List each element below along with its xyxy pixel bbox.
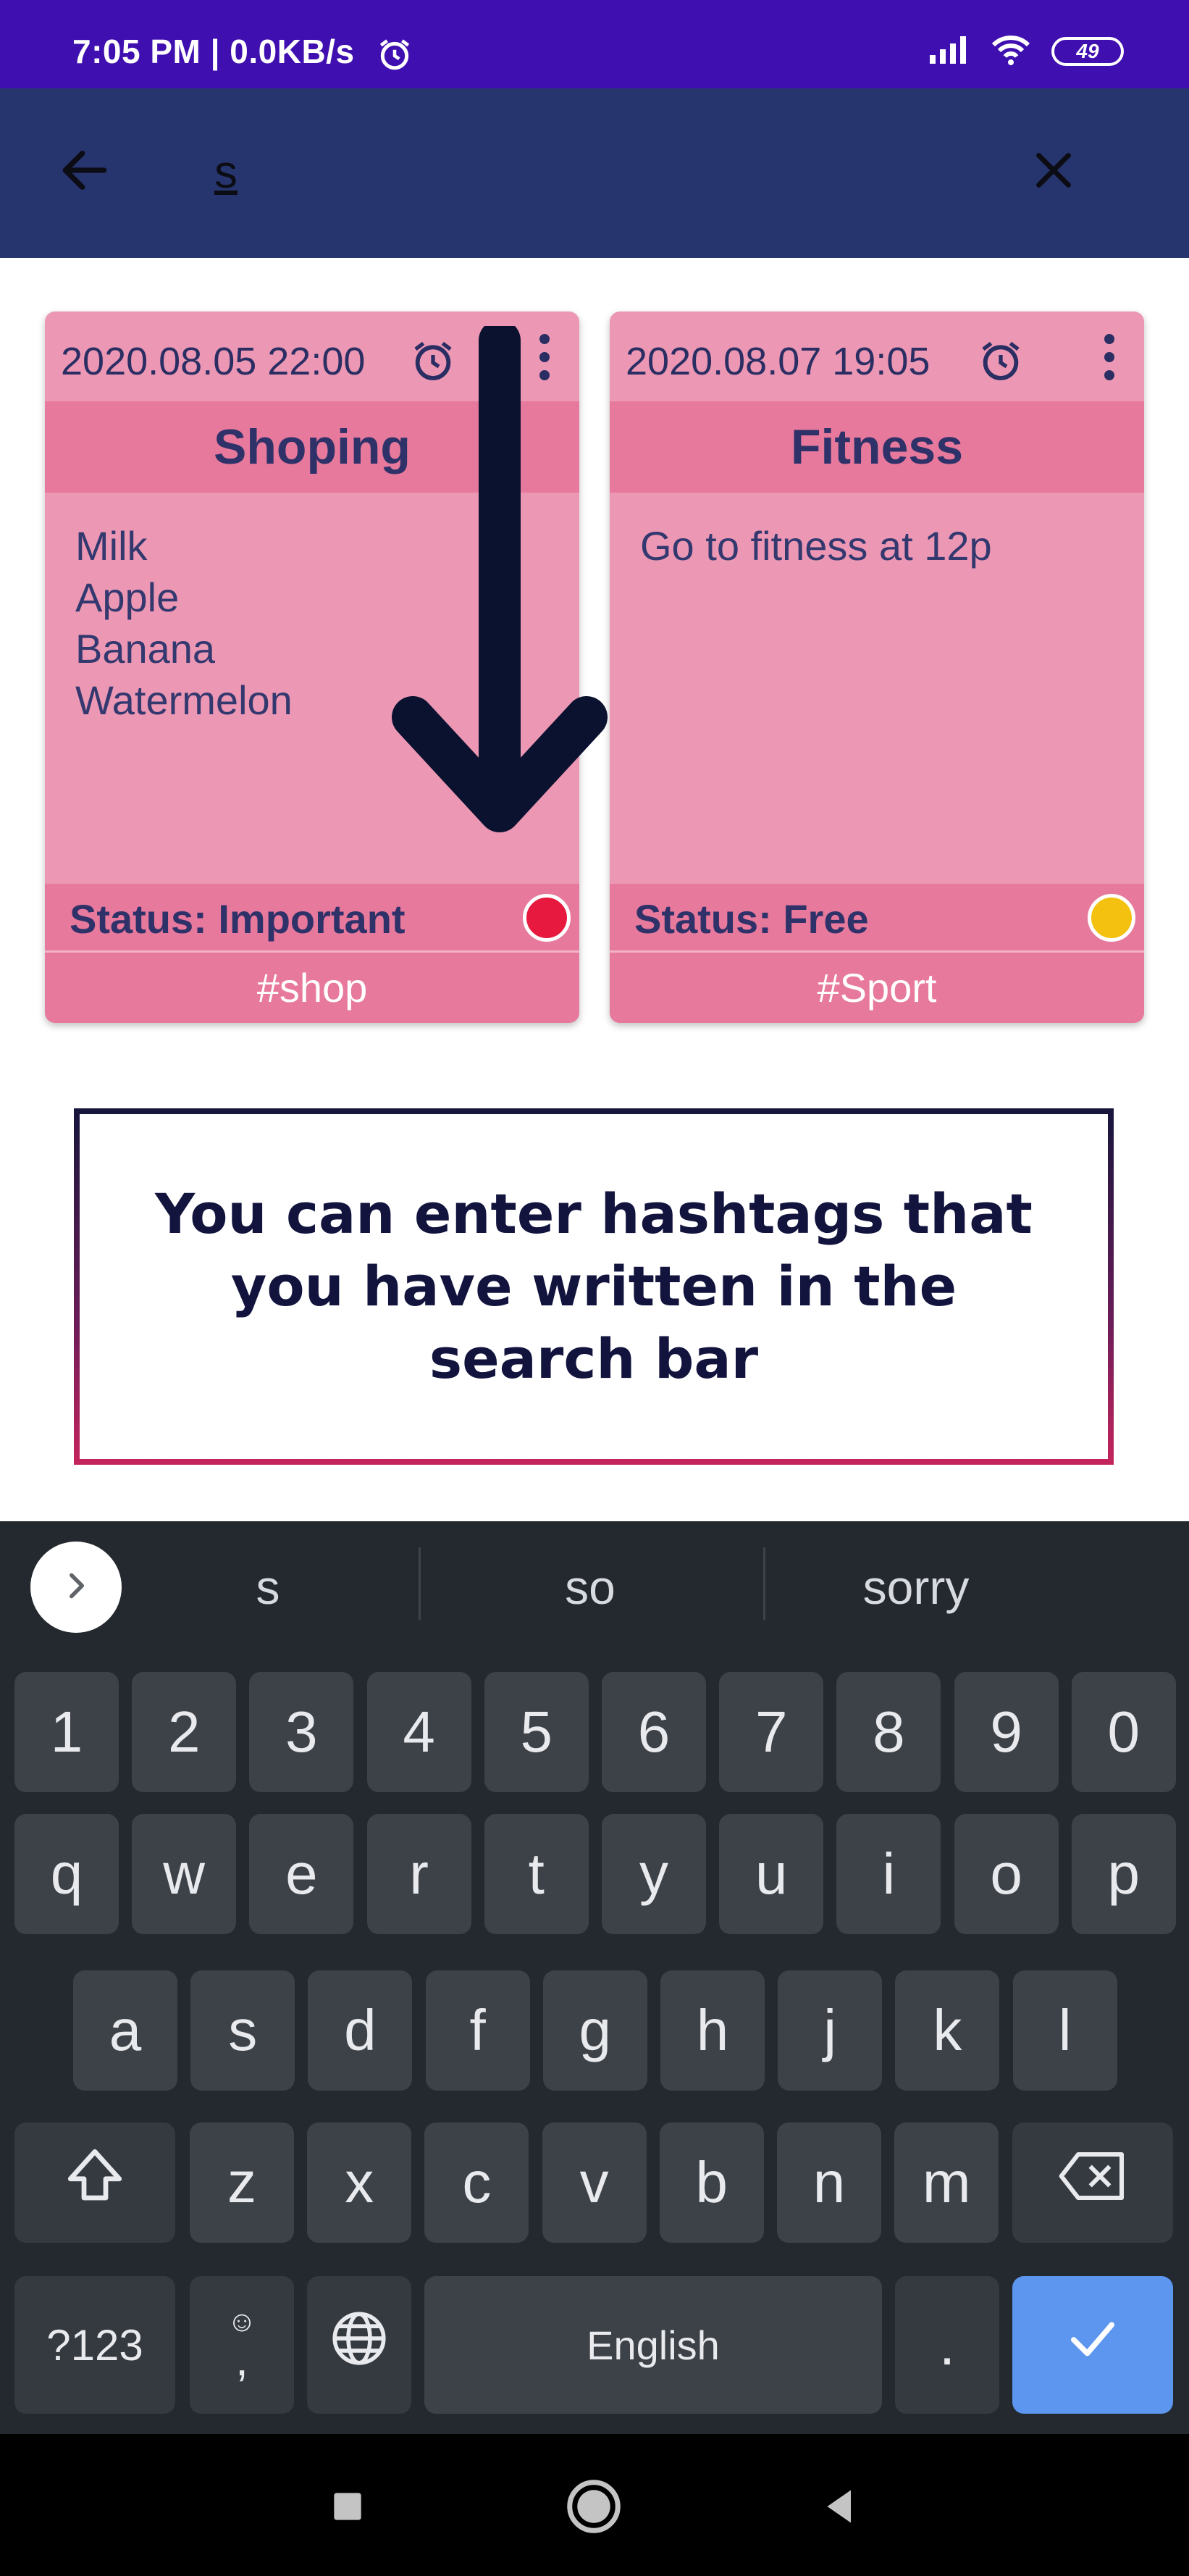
key-q[interactable]: q: [14, 1814, 119, 1934]
note-body: Go to fitness at 12p: [640, 523, 992, 569]
key-3[interactable]: 3: [249, 1672, 354, 1792]
navigation-bar: [0, 2434, 1189, 2576]
note-date: 2020.08.05 22:00: [61, 340, 366, 383]
period-key[interactable]: .: [895, 2276, 999, 2414]
shift-key[interactable]: [14, 2123, 175, 2243]
key-5[interactable]: 5: [484, 1672, 589, 1792]
note-card[interactable]: 2020.08.07 19:05 Fitness Go to fitness a…: [610, 311, 1144, 1023]
comma-label: ,: [235, 2333, 248, 2385]
key-8[interactable]: 8: [836, 1672, 941, 1792]
chevron-right-icon: [58, 1568, 94, 1607]
key-z[interactable]: z: [190, 2123, 294, 2243]
checkmark-icon: [1060, 2306, 1125, 2385]
back-button[interactable]: [52, 139, 117, 204]
backspace-icon: [1056, 2147, 1129, 2219]
suggestion-item[interactable]: so: [463, 1542, 717, 1633]
symbols-key[interactable]: ?123: [14, 2276, 175, 2414]
key-c[interactable]: c: [424, 2123, 529, 2243]
suggestion-item[interactable]: s: [159, 1542, 377, 1633]
key-v[interactable]: v: [542, 2123, 647, 2243]
note-body: Milk Apple Banana Watermelon: [75, 523, 293, 723]
wifi-icon: [991, 33, 1031, 69]
key-6[interactable]: 6: [602, 1672, 706, 1792]
note-status-band: Status: Important: [45, 884, 579, 950]
note-hashtag[interactable]: #Sport: [610, 950, 1144, 1023]
key-h[interactable]: h: [660, 1970, 765, 2091]
tutorial-callout: You can enter hashtags that you have wri…: [74, 1108, 1114, 1465]
key-2[interactable]: 2: [132, 1672, 237, 1792]
suggestion-item[interactable]: sorry: [804, 1542, 1028, 1633]
key-f[interactable]: f: [425, 1970, 530, 2091]
key-y[interactable]: y: [602, 1814, 706, 1934]
note-status: Status: Important: [70, 896, 406, 942]
note-date: 2020.08.07 19:05: [626, 340, 930, 383]
recents-square-icon[interactable]: [311, 2470, 384, 2543]
status-time: 7:05 PM | 0.0KB/s: [72, 33, 355, 70]
key-1[interactable]: 1: [14, 1672, 119, 1792]
status-dot: [1088, 894, 1135, 942]
key-4[interactable]: 4: [366, 1672, 471, 1792]
key-m[interactable]: m: [894, 2123, 999, 2243]
key-o[interactable]: o: [954, 1814, 1059, 1934]
key-p[interactable]: p: [1071, 1814, 1176, 1934]
alarm-icon: [978, 338, 1024, 388]
language-key[interactable]: [307, 2276, 411, 2414]
globe-icon: [327, 2306, 392, 2385]
key-w[interactable]: w: [132, 1814, 237, 1934]
home-circle-icon[interactable]: [558, 2470, 630, 2543]
key-0[interactable]: 0: [1071, 1672, 1176, 1792]
signal-icon: [927, 35, 970, 67]
key-i[interactable]: i: [836, 1814, 941, 1934]
key-l[interactable]: l: [1012, 1970, 1117, 2091]
emoji-icon: ☺: [227, 2306, 257, 2338]
back-triangle-icon[interactable]: [804, 2470, 876, 2543]
alarm-icon: [377, 36, 413, 76]
space-key[interactable]: English: [424, 2276, 882, 2414]
key-d[interactable]: d: [308, 1970, 413, 2091]
arrow-back-icon: [56, 141, 114, 203]
enter-key[interactable]: [1012, 2276, 1173, 2414]
expand-suggestions-button[interactable]: [30, 1542, 122, 1633]
soft-keyboard: s so sorry 1234567890qwertyuiopasdfghjkl…: [0, 1521, 1189, 2434]
callout-box: You can enter hashtags that you have wri…: [80, 1114, 1108, 1459]
note-hashtag[interactable]: #shop: [45, 950, 579, 1023]
key-s[interactable]: s: [190, 1970, 295, 2091]
suggestion-divider: [419, 1547, 421, 1620]
note-title: Fitness: [610, 401, 1144, 493]
emoji-comma-key[interactable]: ☺,: [190, 2276, 294, 2414]
suggestion-bar: s so sorry: [0, 1521, 1189, 1644]
key-x[interactable]: x: [307, 2123, 412, 2243]
callout-text: You can enter hashtags that you have wri…: [155, 1182, 1033, 1391]
key-b[interactable]: b: [659, 2123, 764, 2243]
key-n[interactable]: n: [777, 2123, 881, 2243]
key-u[interactable]: u: [719, 1814, 824, 1934]
key-r[interactable]: r: [366, 1814, 471, 1934]
status-dot: [523, 894, 571, 942]
status-icons: 49: [927, 33, 1124, 69]
note-status: Status: Free: [634, 896, 869, 942]
more-options-icon[interactable]: [1088, 325, 1131, 390]
key-a[interactable]: a: [73, 1970, 177, 2091]
clear-search-button[interactable]: [1021, 139, 1086, 204]
battery-icon: 49: [1051, 36, 1124, 66]
key-j[interactable]: j: [778, 1970, 883, 2091]
note-status-band: Status: Free: [610, 884, 1144, 950]
close-icon: [1028, 145, 1079, 199]
suggestion-divider: [763, 1547, 765, 1620]
search-app-bar: [0, 88, 1189, 258]
search-input[interactable]: [214, 132, 975, 212]
key-t[interactable]: t: [484, 1814, 589, 1934]
key-k[interactable]: k: [895, 1970, 1000, 2091]
status-bar: 7:05 PM | 0.0KB/s 49: [0, 0, 1189, 88]
down-arrow-icon: [384, 319, 615, 848]
key-7[interactable]: 7: [719, 1672, 824, 1792]
backspace-key[interactable]: [1012, 2123, 1173, 2243]
key-e[interactable]: e: [249, 1814, 354, 1934]
key-g[interactable]: g: [542, 1970, 647, 2091]
shift-icon: [62, 2144, 127, 2222]
key-9[interactable]: 9: [954, 1672, 1059, 1792]
